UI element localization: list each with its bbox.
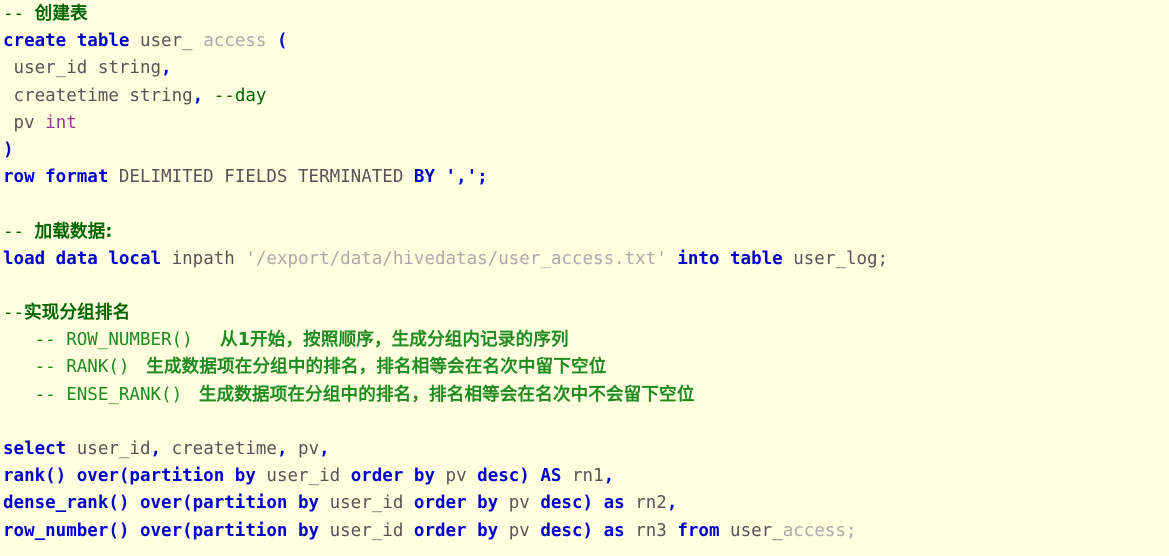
code-token: desc): [540, 493, 594, 514]
code-token: ,: [603, 466, 615, 487]
code-token: select: [3, 439, 67, 459]
code-line: create table user_ access (: [3, 28, 1169, 55]
code-line: -- 加载数据:: [3, 219, 1169, 246]
code-token: ,: [161, 58, 172, 79]
sql-code-block: -- 创建表 create table user_ access ( user_i…: [0, 0, 1169, 556]
code-token: pv: [3, 112, 46, 133]
code-token: ,: [276, 439, 288, 459]
code-token: user_id: [319, 520, 414, 541]
code-token: ',';: [445, 167, 488, 188]
code-token: 生成数据项在分组中的排名，排名相等会在名次中留下空位: [139, 357, 607, 378]
code-token: DELIMITED FIELDS TERMINATED: [108, 167, 414, 188]
code-line: -- RANK() 生成数据项在分组中的排名，排名相等会在名次中留下空位: [3, 354, 1169, 381]
code-token: into table: [677, 248, 783, 269]
code-token: dense_rank() over(partition by: [3, 493, 320, 514]
code-token: pv: [498, 520, 541, 541]
code-token: load data local: [3, 248, 162, 269]
code-line: rank() over(partition by user_id order b…: [3, 463, 1169, 490]
code-token: user_id: [255, 466, 351, 487]
code-token: desc): [540, 520, 594, 541]
code-line: dense_rank() over(partition by user_id o…: [3, 490, 1169, 517]
code-token: -- ROW_NUMBER(): [3, 330, 214, 351]
code-token: row_number() over(partition by: [3, 520, 320, 541]
code-line: load data local inpath '/export/data/hiv…: [3, 246, 1169, 273]
code-line: ): [3, 137, 1169, 164]
code-token: BY: [413, 167, 435, 188]
code-token: as: [603, 493, 625, 514]
code-token: --day: [213, 85, 267, 106]
code-token: 生成数据项在分组中的排名，排名相等会在名次中不会留下空位: [192, 384, 695, 405]
code-token: user_id: [66, 439, 151, 459]
code-token: ,: [192, 85, 204, 106]
code-line: row format DELIMITED FIELDS TERMINATED B…: [3, 164, 1169, 191]
code-line: -- 创建表: [3, 1, 1169, 28]
code-token: order by: [413, 493, 499, 514]
code-line: createtime string, --day: [3, 83, 1169, 110]
code-token: -- ENSE_RANK(): [3, 384, 193, 405]
code-line: user_id string,: [3, 55, 1169, 82]
code-line: pv int: [3, 110, 1169, 137]
code-token: order by: [413, 520, 499, 541]
code-token: rank() over(partition by: [3, 466, 256, 487]
code-token: (: [276, 31, 288, 52]
code-token: user_id: [319, 493, 414, 514]
code-line: row_number() over(partition by user_id o…: [3, 518, 1169, 545]
code-token: --: [3, 4, 25, 24]
code-token: createtime: [161, 439, 277, 459]
code-token: access: [203, 31, 267, 52]
code-token: int: [45, 112, 77, 133]
code-token: create table: [3, 31, 130, 52]
code-token: access;: [782, 520, 857, 541]
code-token: ,: [150, 439, 162, 459]
code-token: ,: [319, 439, 330, 459]
code-token: -- RANK(): [3, 357, 140, 378]
code-token: createtime string: [3, 85, 193, 106]
code-token: rn1: [561, 466, 604, 487]
code-token: AS: [540, 466, 562, 487]
code-line: -- ENSE_RANK() 生成数据项在分组中的排名，排名相等会在名次中不会留…: [3, 382, 1169, 409]
code-token: as: [603, 520, 625, 541]
code-line: --实现分组排名: [3, 300, 1169, 327]
code-token: ): [3, 139, 14, 160]
code-token: inpath: [161, 248, 246, 269]
code-token: ,: [666, 493, 678, 514]
code-token: order by: [350, 466, 435, 487]
code-token: 实现分组排名: [24, 303, 131, 324]
code-token: --: [3, 303, 25, 324]
code-token: rn2: [624, 493, 667, 514]
code-token: user_id string: [3, 58, 162, 79]
code-token: desc): [477, 466, 530, 487]
code-token: from: [677, 520, 720, 541]
code-token: pv: [287, 439, 320, 459]
code-token: --: [3, 221, 25, 242]
code-token: rn3: [624, 520, 678, 541]
code-token: 创建表: [34, 4, 88, 24]
code-token: row format: [3, 167, 109, 188]
code-token: '/export/data/hivedatas/user_access.txt': [245, 248, 667, 269]
code-token: user_: [139, 31, 193, 52]
code-token: 加载数据:: [34, 221, 113, 242]
code-line: select user_id, createtime, pv,: [3, 436, 1169, 463]
code-line: -- ROW_NUMBER() 从1开始，按照顺序，生成分组内记录的序列: [3, 327, 1169, 354]
code-token: pv: [435, 466, 478, 487]
code-token: user_: [719, 520, 783, 541]
code-token: 从1开始，按照顺序，生成分组内记录的序列: [213, 330, 569, 351]
code-token: user_log;: [782, 248, 889, 269]
code-token: pv: [498, 493, 541, 514]
